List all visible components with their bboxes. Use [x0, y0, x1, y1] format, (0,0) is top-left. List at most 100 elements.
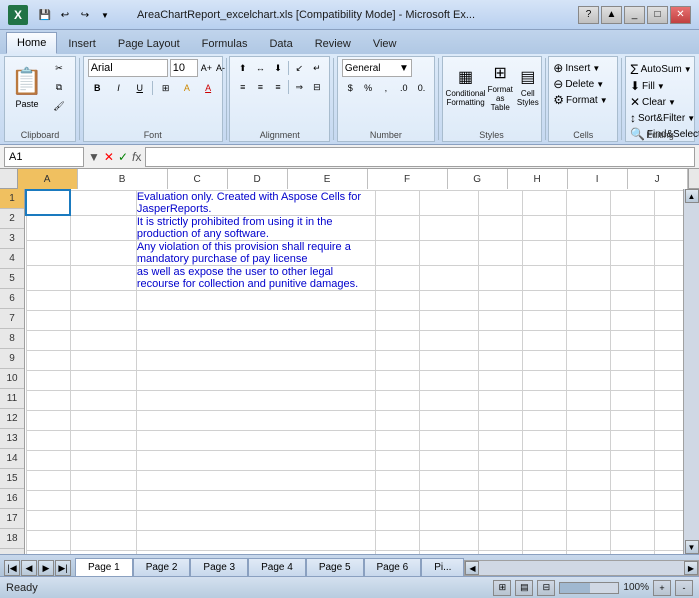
- cell-A1[interactable]: [26, 190, 70, 215]
- cell-B3[interactable]: [70, 240, 136, 265]
- minimize-btn[interactable]: _: [624, 6, 645, 24]
- row-num-5[interactable]: 5: [0, 269, 24, 289]
- vertical-scrollbar[interactable]: ▲ ▼: [683, 189, 699, 554]
- merge-btn[interactable]: ⊟: [309, 78, 326, 96]
- cell-G4[interactable]: [522, 265, 566, 290]
- tab-review[interactable]: Review: [304, 32, 362, 54]
- format-as-table-btn[interactable]: ⊞ Format as Table: [487, 59, 514, 115]
- tab-insert[interactable]: Insert: [57, 32, 107, 54]
- page-layout-view-btn[interactable]: ▤: [515, 580, 533, 596]
- col-header-G[interactable]: G: [448, 169, 508, 189]
- cell-F3[interactable]: [478, 240, 522, 265]
- horizontal-scrollbar[interactable]: ◀ ▶: [464, 560, 699, 576]
- normal-view-btn[interactable]: ⊞: [493, 580, 511, 596]
- cell-H3[interactable]: [566, 240, 610, 265]
- row-num-15[interactable]: 15: [0, 469, 24, 489]
- tab-page-layout[interactable]: Page Layout: [107, 32, 191, 54]
- cell-I4[interactable]: [610, 265, 654, 290]
- font-color-button[interactable]: A: [199, 79, 218, 97]
- undo-quick-btn[interactable]: ↩: [56, 6, 74, 24]
- indent-btn[interactable]: ↵: [309, 59, 326, 77]
- col-header-F[interactable]: F: [368, 169, 448, 189]
- format-painter-button[interactable]: 🖌: [47, 97, 71, 115]
- cell-I3[interactable]: [610, 240, 654, 265]
- sheet-tab-page3[interactable]: Page 3: [190, 558, 248, 576]
- insert-function-btn[interactable]: fx: [132, 150, 141, 164]
- sheet-tab-page6[interactable]: Page 6: [364, 558, 422, 576]
- col-header-I[interactable]: I: [568, 169, 628, 189]
- scroll-down-btn[interactable]: ▼: [685, 540, 699, 554]
- scroll-left-btn[interactable]: ◀: [465, 561, 479, 575]
- sheet-tab-page5[interactable]: Page 5: [306, 558, 364, 576]
- font-size-input[interactable]: [170, 59, 198, 77]
- zoom-slider[interactable]: [559, 582, 619, 594]
- zoom-in-btn[interactable]: +: [653, 580, 671, 596]
- align-bottom-btn[interactable]: ⬇: [270, 59, 287, 77]
- maximize-btn[interactable]: □: [647, 6, 668, 24]
- conditional-formatting-btn[interactable]: ▦ Conditional Formatting: [447, 59, 485, 115]
- paste-button[interactable]: 📋 Paste: [9, 59, 45, 115]
- close-btn[interactable]: ✕: [670, 6, 691, 24]
- cell-G2[interactable]: [522, 215, 566, 240]
- increase-decimal-btn[interactable]: .0: [395, 79, 412, 97]
- cell-F1[interactable]: [478, 190, 522, 215]
- currency-btn[interactable]: $: [342, 79, 359, 97]
- row-num-9[interactable]: 9: [0, 349, 24, 369]
- row-num-8[interactable]: 8: [0, 329, 24, 349]
- cell-E2[interactable]: [420, 215, 479, 240]
- col-header-A[interactable]: A: [18, 169, 78, 189]
- cell-B1[interactable]: [70, 190, 136, 215]
- cell-F4[interactable]: [478, 265, 522, 290]
- row-num-6[interactable]: 6: [0, 289, 24, 309]
- align-left-btn[interactable]: ≡: [234, 78, 251, 96]
- row-num-7[interactable]: 7: [0, 309, 24, 329]
- tab-data[interactable]: Data: [258, 32, 303, 54]
- decrease-decimal-btn[interactable]: 0.: [413, 79, 430, 97]
- col-header-B[interactable]: B: [78, 169, 168, 189]
- cell-H1[interactable]: [566, 190, 610, 215]
- cell-H2[interactable]: [566, 215, 610, 240]
- cell-D2[interactable]: [376, 215, 420, 240]
- cut-button[interactable]: ✂: [47, 59, 71, 77]
- row-num-4[interactable]: 4: [0, 249, 24, 269]
- tab-formulas[interactable]: Formulas: [191, 32, 259, 54]
- scroll-up-btn[interactable]: ▲: [685, 189, 699, 203]
- sort-filter-btn[interactable]: ↕Sort&Filter▼: [630, 111, 690, 125]
- border-button[interactable]: ⊞: [156, 79, 175, 97]
- row-num-2[interactable]: 2: [0, 209, 24, 229]
- col-header-E[interactable]: E: [288, 169, 368, 189]
- cell-E1[interactable]: [420, 190, 479, 215]
- cell-G1[interactable]: [522, 190, 566, 215]
- save-quick-btn[interactable]: 💾: [36, 6, 54, 24]
- page-break-view-btn[interactable]: ⊟: [537, 580, 555, 596]
- cell-C2[interactable]: It is strictly prohibited from using it …: [136, 215, 375, 240]
- cell-C1[interactable]: Evaluation only. Created with Aspose Cel…: [136, 190, 375, 215]
- row-num-1[interactable]: 1: [0, 189, 24, 209]
- scroll-right-btn[interactable]: ▶: [684, 561, 698, 575]
- cancel-formula-btn[interactable]: ✕: [104, 150, 114, 164]
- cell-C3[interactable]: Any violation of this provision shall re…: [136, 240, 375, 265]
- number-format-dropdown[interactable]: General ▼: [342, 59, 412, 77]
- insert-cells-btn[interactable]: ⊕Insert▼: [553, 61, 613, 75]
- decrease-font-btn[interactable]: A-: [215, 59, 226, 77]
- ribbon-toggle-btn[interactable]: ▲: [601, 6, 622, 24]
- row-num-16[interactable]: 16: [0, 489, 24, 509]
- fill-btn[interactable]: ⬇Fill▼: [630, 79, 690, 93]
- row-num-19[interactable]: 19: [0, 549, 24, 554]
- cell-B4[interactable]: [70, 265, 136, 290]
- row-num-17[interactable]: 17: [0, 509, 24, 529]
- copy-button[interactable]: ⧉: [47, 78, 71, 96]
- fill-color-button[interactable]: A: [177, 79, 196, 97]
- cell-D3[interactable]: [376, 240, 420, 265]
- row-num-3[interactable]: 3: [0, 229, 24, 249]
- autosum-btn[interactable]: ΣAutoSum▼: [630, 61, 690, 77]
- percent-btn[interactable]: %: [360, 79, 377, 97]
- cell-I1[interactable]: [610, 190, 654, 215]
- cell-G3[interactable]: [522, 240, 566, 265]
- col-header-D[interactable]: D: [228, 169, 288, 189]
- row-num-18[interactable]: 18: [0, 529, 24, 549]
- sheet-tab-page4[interactable]: Page 4: [248, 558, 306, 576]
- formula-input[interactable]: [145, 147, 695, 167]
- sheet-next-btn[interactable]: ▶: [38, 560, 54, 576]
- italic-button[interactable]: I: [109, 79, 128, 97]
